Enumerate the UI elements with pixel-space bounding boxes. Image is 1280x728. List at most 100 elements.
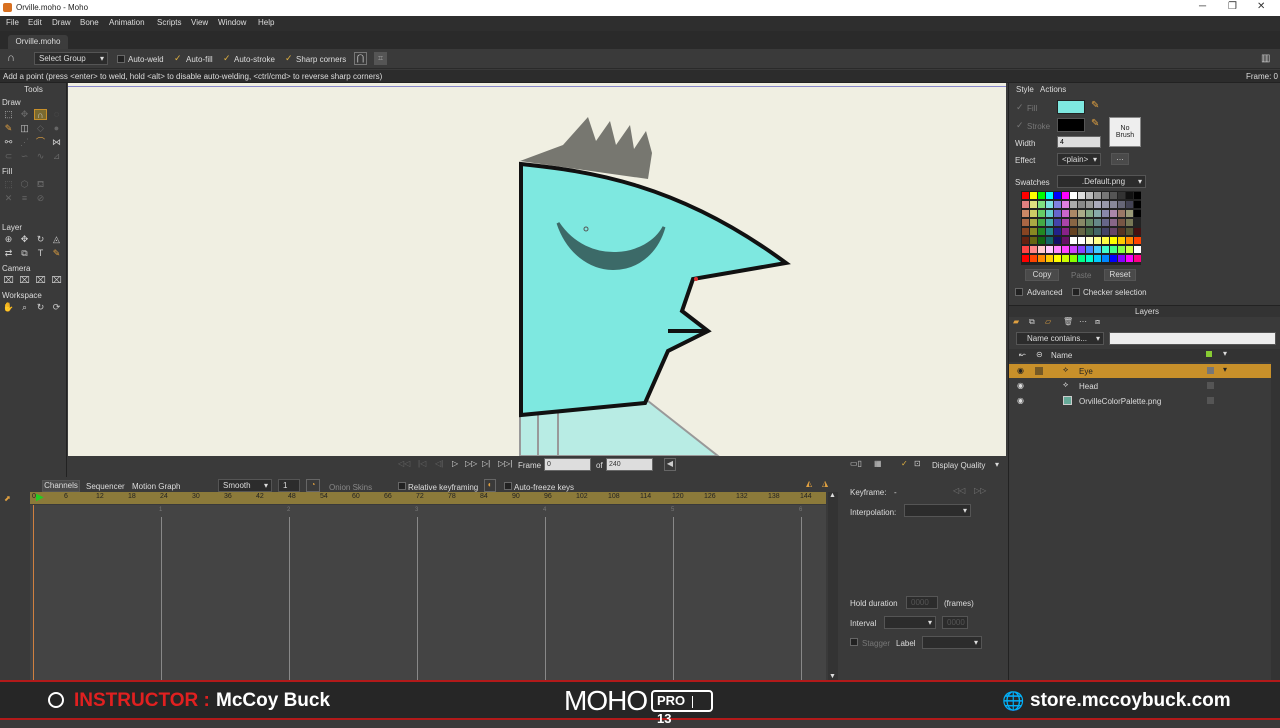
interpolation-select[interactable]: ▾ xyxy=(904,504,971,517)
color-swatch[interactable] xyxy=(1062,255,1069,262)
grid-icon[interactable]: ▦ xyxy=(874,459,882,468)
color-swatch[interactable] xyxy=(1134,237,1141,244)
zoom-out-icon[interactable]: ◮ xyxy=(822,479,828,488)
point-reduction-icon[interactable]: ⋰ xyxy=(18,137,31,148)
audio-icon[interactable]: ◀ xyxy=(664,458,676,471)
menu-view[interactable]: View xyxy=(191,18,208,27)
stroke-color-swatch[interactable] xyxy=(1057,118,1085,132)
reset-button[interactable]: Reset xyxy=(1104,269,1136,281)
color-swatch[interactable] xyxy=(1022,246,1029,253)
noise-icon[interactable]: ∿ xyxy=(34,151,47,162)
view-mode-icon[interactable]: ▭▯ xyxy=(850,459,862,468)
color-swatch[interactable] xyxy=(1110,246,1117,253)
label-select[interactable]: ▾ xyxy=(922,636,982,649)
next-keyframe-icon[interactable]: ▷▷ xyxy=(974,486,986,495)
scroll-down-icon[interactable]: ▼ xyxy=(829,673,836,680)
more-options-icon[interactable]: ⋯ xyxy=(1079,317,1087,326)
timeline-track-area[interactable]: 1 2 3 4 5 6 xyxy=(30,505,826,680)
color-swatch[interactable] xyxy=(1062,237,1069,244)
hide-edge-icon[interactable]: ⊘ xyxy=(34,193,47,204)
relative-keyframing-checkbox[interactable] xyxy=(398,482,406,490)
color-swatch[interactable] xyxy=(1094,210,1101,217)
color-swatch[interactable] xyxy=(1094,246,1101,253)
color-swatch[interactable] xyxy=(1022,210,1029,217)
stagger-checkbox[interactable] xyxy=(850,638,858,646)
layer-row[interactable]: ◉ ⟡ Eye ▾ xyxy=(1009,364,1271,378)
color-swatch[interactable] xyxy=(1118,237,1125,244)
color-swatch[interactable] xyxy=(1038,237,1045,244)
color-swatch[interactable] xyxy=(1070,192,1077,199)
color-swatch[interactable] xyxy=(1030,201,1037,208)
layer-row[interactable]: ◉ ⟡ Head xyxy=(1009,379,1271,393)
effect-more-button[interactable]: … xyxy=(1111,153,1129,165)
auto-stroke-checkbox[interactable]: ✓ xyxy=(223,54,231,63)
color-swatch[interactable] xyxy=(1062,210,1069,217)
color-swatch[interactable] xyxy=(1078,228,1085,235)
layer-pen-icon[interactable]: ✎ xyxy=(50,248,63,259)
library-book-icon[interactable]: ▥ xyxy=(1261,53,1270,64)
color-swatch[interactable] xyxy=(1062,219,1069,226)
end-icon[interactable]: ▷▷| xyxy=(498,459,512,468)
advanced-checkbox[interactable] xyxy=(1015,288,1023,296)
curve-profile-icon[interactable]: ⌒ xyxy=(34,137,47,148)
color-swatch[interactable] xyxy=(1030,219,1037,226)
color-swatch[interactable] xyxy=(1046,246,1053,253)
timeline-ruler[interactable]: ▶ 0 6 12 18 24 30 36 42 48 54 60 66 72 78 84 90 96 102 108… xyxy=(30,492,826,504)
color-swatch[interactable] xyxy=(1022,228,1029,235)
color-swatch[interactable] xyxy=(1030,192,1037,199)
zoom-icon[interactable]: ⌕ xyxy=(18,302,31,313)
menu-window[interactable]: Window xyxy=(218,18,246,27)
translate-layer-icon[interactable]: ✥ xyxy=(18,234,31,245)
color-swatch[interactable] xyxy=(1126,237,1133,244)
tab-style[interactable]: Style xyxy=(1016,85,1034,94)
color-swatch[interactable] xyxy=(1078,246,1085,253)
color-swatch[interactable] xyxy=(1126,219,1133,226)
hand-icon[interactable]: ✋ xyxy=(2,302,15,313)
layer-row[interactable]: ◉ OrvilleColorPalette.png xyxy=(1009,394,1271,408)
tab-actions[interactable]: Actions xyxy=(1040,85,1066,94)
color-swatch[interactable] xyxy=(1062,228,1069,235)
palette-visibility-icon[interactable]: ◉ xyxy=(1017,396,1024,405)
prev-keyframe-icon[interactable]: ◁◁ xyxy=(953,486,965,495)
color-swatch[interactable] xyxy=(1054,255,1061,262)
frame-bounds-icon[interactable]: ⊡ xyxy=(914,459,921,468)
drawing-canvas[interactable] xyxy=(68,83,1006,456)
layer-color-box[interactable] xyxy=(1207,367,1214,374)
color-swatch[interactable] xyxy=(1126,255,1133,262)
interpolation-dropdown[interactable]: Smooth ▾ xyxy=(218,479,272,492)
interval-input[interactable]: 0000 xyxy=(942,616,968,629)
color-swatch[interactable] xyxy=(1054,201,1061,208)
prev-frame-icon[interactable]: ◁| xyxy=(435,459,443,468)
color-swatch[interactable] xyxy=(1046,192,1053,199)
color-swatch[interactable] xyxy=(1102,192,1109,199)
rotate-workspace-icon[interactable]: ↻ xyxy=(34,302,47,313)
copy-layer-icon[interactable]: ▱ xyxy=(1045,317,1051,326)
color-swatch[interactable] xyxy=(1086,219,1093,226)
menu-bone[interactable]: Bone xyxy=(80,18,99,27)
color-swatch[interactable] xyxy=(1086,237,1093,244)
menu-file[interactable]: File xyxy=(6,18,19,27)
stroke-brush-icon[interactable]: ✎ xyxy=(1091,118,1099,129)
color-swatch[interactable] xyxy=(1102,201,1109,208)
fill-color-swatch[interactable] xyxy=(1057,100,1085,114)
chevron-down-icon[interactable]: ▾ xyxy=(995,460,999,469)
color-swatch[interactable] xyxy=(1102,255,1109,262)
color-swatch[interactable] xyxy=(1086,210,1093,217)
color-swatch[interactable] xyxy=(1126,210,1133,217)
color-swatch[interactable] xyxy=(1110,255,1117,262)
add-point-icon[interactable]: ∩ xyxy=(34,109,47,120)
color-swatch[interactable] xyxy=(1126,201,1133,208)
effect-dropdown[interactable]: <plain> ▾ xyxy=(1057,153,1101,166)
layers-scrollbar[interactable] xyxy=(1271,349,1280,680)
close-icon[interactable]: ✕ xyxy=(1257,1,1265,12)
stroke-checkbox[interactable]: ✓ xyxy=(1016,121,1024,130)
set-origin-icon[interactable]: ⊕ xyxy=(2,234,15,245)
color-palette-grid[interactable] xyxy=(1021,191,1141,265)
color-swatch[interactable] xyxy=(1094,201,1101,208)
eye-visibility-icon[interactable]: ◉ xyxy=(1017,366,1024,375)
create-shape-icon[interactable]: ⬡ xyxy=(18,179,31,190)
shear-icon[interactable]: ⊿ xyxy=(50,151,63,162)
color-swatch[interactable] xyxy=(1102,246,1109,253)
interval-select[interactable]: ▾ xyxy=(884,616,936,629)
color-swatch[interactable] xyxy=(1070,201,1077,208)
